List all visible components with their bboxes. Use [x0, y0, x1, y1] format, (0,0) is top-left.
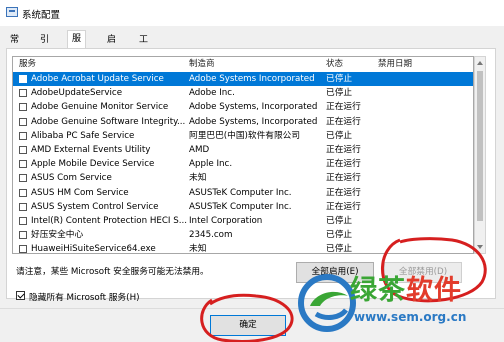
watermark-logo-icon	[298, 274, 356, 332]
watermark-url: www.sem.org.cn	[354, 310, 467, 324]
watermark: 绿茶软件 www.sem.org.cn	[296, 266, 502, 342]
annotation-circle-ok	[200, 293, 294, 342]
watermark-brand: 绿茶软件	[350, 275, 462, 306]
